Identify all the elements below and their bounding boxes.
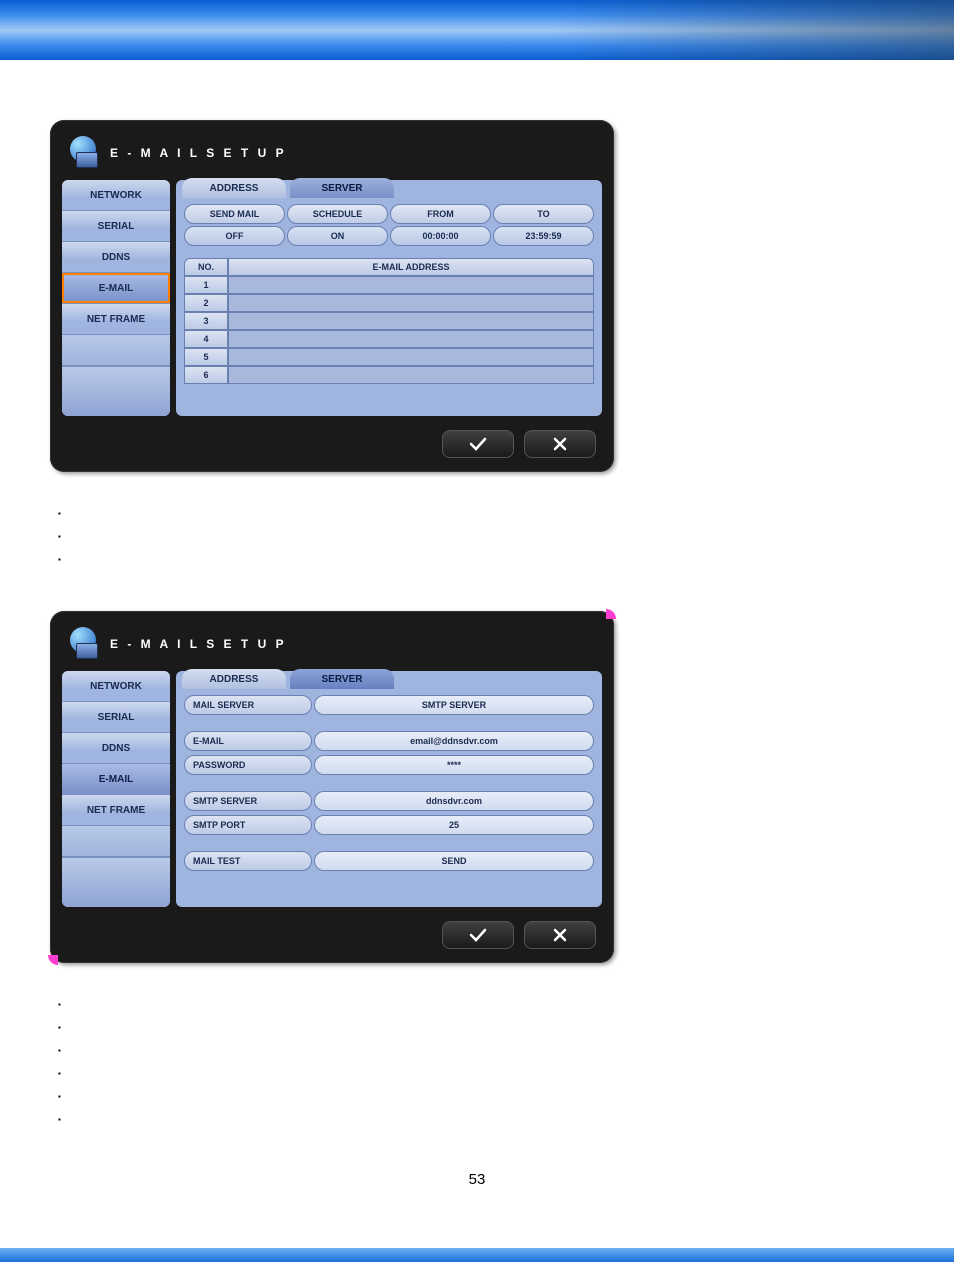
bullet-list-a [50,502,904,571]
panel-header: E - M A I L S E T U P [62,132,602,180]
panel-footer [62,907,602,951]
list-item [58,1062,904,1085]
tab-server[interactable]: SERVER [290,669,394,689]
sidebar-item-netframe[interactable]: NET FRAME [62,304,170,335]
cancel-button[interactable] [524,921,596,949]
sidebar-item-netframe[interactable]: NET FRAME [62,795,170,826]
list-item [58,525,904,548]
email-setup-panel-address: E - M A I L S E T U P NETWORK SERIAL DDN… [50,120,614,472]
label-smtp-server: SMTP SERVER [184,791,312,811]
label-mail-server: MAIL SERVER [184,695,312,715]
table-row: 3 [184,312,594,330]
row-mail-server: MAIL SERVER SMTP SERVER [184,695,594,715]
value-from[interactable]: 00:00:00 [390,226,491,246]
email-cell-4[interactable] [228,330,594,348]
sidebar-item-network[interactable]: NETWORK [62,180,170,211]
email-cell-5[interactable] [228,348,594,366]
value-email[interactable]: email@ddnsdvr.com [314,731,594,751]
email-cell-6[interactable] [228,366,594,384]
sidebar-item-email[interactable]: E-MAIL [62,764,170,795]
label-mail-test: MAIL TEST [184,851,312,871]
list-item [58,1016,904,1039]
panel-title: E - M A I L S E T U P [110,637,287,651]
close-icon [553,928,567,942]
sidebar-item-email[interactable]: E-MAIL [62,273,170,304]
col-address: E-MAIL ADDRESS [228,258,594,276]
col-no: NO. [184,258,228,276]
tabs: ADDRESS SERVER [182,178,594,198]
label-password: PASSWORD [184,755,312,775]
sidebar-item-ddns[interactable]: DDNS [62,242,170,273]
sidebar-item-serial[interactable]: SERIAL [62,702,170,733]
table-row: 4 [184,330,594,348]
value-password[interactable]: **** [314,755,594,775]
top-banner [0,0,954,60]
list-item [58,993,904,1016]
table-row: 5 [184,348,594,366]
tab-server[interactable]: SERVER [290,178,394,198]
list-item [58,502,904,525]
ok-button[interactable] [442,430,514,458]
row-smtp-port: SMTP PORT 25 [184,815,594,835]
value-sendmail[interactable]: OFF [184,226,285,246]
email-cell-1[interactable] [228,276,594,294]
email-address-table: NO. E-MAIL ADDRESS 1 2 3 4 5 6 [184,258,594,384]
row-password: PASSWORD **** [184,755,594,775]
row-mail-test: MAIL TEST SEND [184,851,594,871]
table-row: 1 [184,276,594,294]
list-item [58,548,904,571]
tab-address[interactable]: ADDRESS [182,669,286,689]
sidebar-item-empty [62,826,170,857]
header-schedule: SCHEDULE [287,204,388,224]
sidebar-item-serial[interactable]: SERIAL [62,211,170,242]
email-cell-2[interactable] [228,294,594,312]
email-cell-3[interactable] [228,312,594,330]
header-sendmail: SEND MAIL [184,204,285,224]
main-area: ADDRESS SERVER SEND MAIL SCHEDULE FROM T… [176,180,602,416]
table-row: 6 [184,366,594,384]
panel-footer [62,416,602,460]
value-to[interactable]: 23:59:59 [493,226,594,246]
header-from: FROM [390,204,491,224]
check-icon [469,437,487,451]
tab-address[interactable]: ADDRESS [182,178,286,198]
main-area: ADDRESS SERVER MAIL SERVER SMTP SERVER E… [176,671,602,907]
ok-button[interactable] [442,921,514,949]
label-email: E-MAIL [184,731,312,751]
sidebar: NETWORK SERIAL DDNS E-MAIL NET FRAME [62,671,170,907]
globe-monitor-icon [66,136,100,170]
value-schedule[interactable]: ON [287,226,388,246]
value-mail-server[interactable]: SMTP SERVER [314,695,594,715]
value-smtp-server[interactable]: ddnsdvr.com [314,791,594,811]
label-smtp-port: SMTP PORT [184,815,312,835]
globe-monitor-icon [66,627,100,661]
page-content: E - M A I L S E T U P NETWORK SERIAL DDN… [0,60,954,1228]
bottom-bar [0,1248,954,1262]
cancel-button[interactable] [524,430,596,458]
list-item [58,1039,904,1062]
schedule-values: OFF ON 00:00:00 23:59:59 [184,226,594,246]
table-row: 2 [184,294,594,312]
bullet-list-b [50,993,904,1131]
send-button[interactable]: SEND [314,851,594,871]
value-smtp-port[interactable]: 25 [314,815,594,835]
list-item [58,1085,904,1108]
panel-title: E - M A I L S E T U P [110,146,287,160]
list-item [58,1108,904,1131]
tabs: ADDRESS SERVER [182,669,594,689]
row-email: E-MAIL email@ddnsdvr.com [184,731,594,751]
header-to: TO [493,204,594,224]
page-number: 53 [50,1171,904,1188]
sidebar-item-empty [62,335,170,366]
sidebar-item-network[interactable]: NETWORK [62,671,170,702]
schedule-headers: SEND MAIL SCHEDULE FROM TO [184,204,594,224]
sidebar: NETWORK SERIAL DDNS E-MAIL NET FRAME [62,180,170,416]
row-smtp-server: SMTP SERVER ddnsdvr.com [184,791,594,811]
check-icon [469,928,487,942]
sidebar-item-ddns[interactable]: DDNS [62,733,170,764]
panel-header: E - M A I L S E T U P [62,623,602,671]
close-icon [553,437,567,451]
email-setup-panel-server: E - M A I L S E T U P NETWORK SERIAL DDN… [50,611,614,963]
